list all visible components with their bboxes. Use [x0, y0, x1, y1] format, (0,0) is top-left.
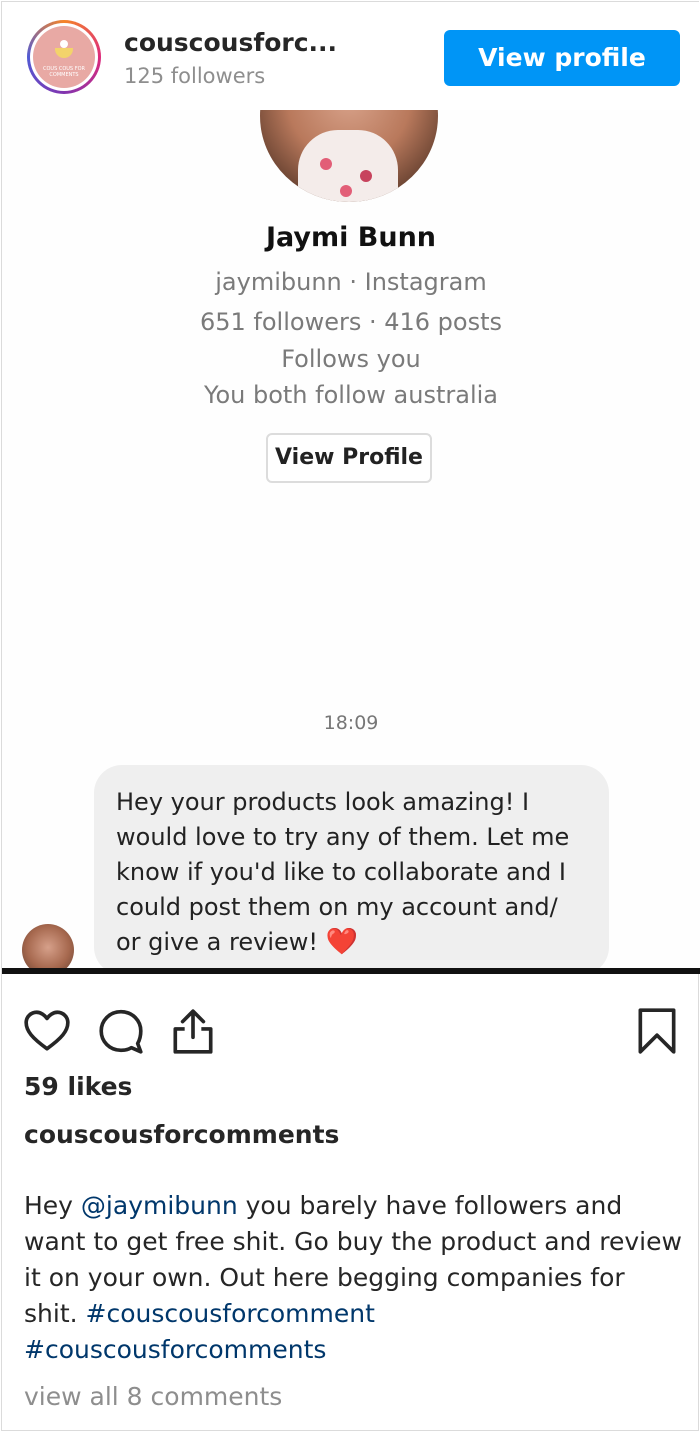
mutual-follow-label: You both follow australia	[203, 381, 499, 409]
post-header: COUS COUS FOR COMMENTS couscousforc... 1…	[2, 2, 700, 110]
profile-photo	[260, 110, 438, 202]
comment-icon[interactable]	[96, 1006, 146, 1056]
profile-name: Jaymi Bunn	[265, 222, 437, 253]
likes-count[interactable]: 59 likes	[24, 1072, 132, 1101]
action-bar	[2, 1002, 700, 1062]
share-icon[interactable]	[168, 1006, 218, 1056]
bookmark-icon[interactable]	[632, 1006, 682, 1056]
heart-icon[interactable]	[22, 1006, 72, 1056]
message-bubble: Hey your products look amazing! I would …	[94, 765, 609, 970]
caption-mention[interactable]: @jaymibunn	[81, 1191, 238, 1220]
sender-avatar	[22, 924, 74, 970]
view-comments-link[interactable]: view all 8 comments	[24, 1382, 282, 1411]
post-image: Jaymi Bunn jaymibunn · Instagram 651 fol…	[2, 110, 700, 970]
image-divider	[2, 968, 700, 974]
account-avatar[interactable]: COUS COUS FOR COMMENTS	[27, 20, 101, 94]
post-owner[interactable]: couscousforcomments	[24, 1120, 339, 1149]
caption-hashtag[interactable]: #couscousforcomment	[86, 1299, 375, 1328]
heart-emoji: ❤️	[325, 927, 359, 957]
avatar-logo-icon: COUS COUS FOR COMMENTS	[33, 26, 95, 88]
account-followers: 125 followers	[124, 64, 266, 88]
screenshot-view-profile-button: View Profile	[266, 433, 432, 483]
post-caption: Hey @jaymibunn you barely have followers…	[24, 1188, 684, 1368]
view-profile-button[interactable]: View profile	[444, 30, 680, 86]
message-time: 18:09	[323, 712, 379, 734]
caption-prefix: Hey	[24, 1191, 81, 1220]
account-name[interactable]: couscousforc...	[124, 28, 337, 57]
caption-hashtag[interactable]: #couscousforcomments	[24, 1335, 326, 1364]
profile-handle: jaymibunn · Instagram	[215, 268, 487, 296]
follows-you-label: Follows you	[281, 345, 421, 373]
instagram-embed: COUS COUS FOR COMMENTS couscousforc... 1…	[1, 1, 700, 1431]
profile-stats: 651 followers · 416 posts	[199, 308, 502, 336]
